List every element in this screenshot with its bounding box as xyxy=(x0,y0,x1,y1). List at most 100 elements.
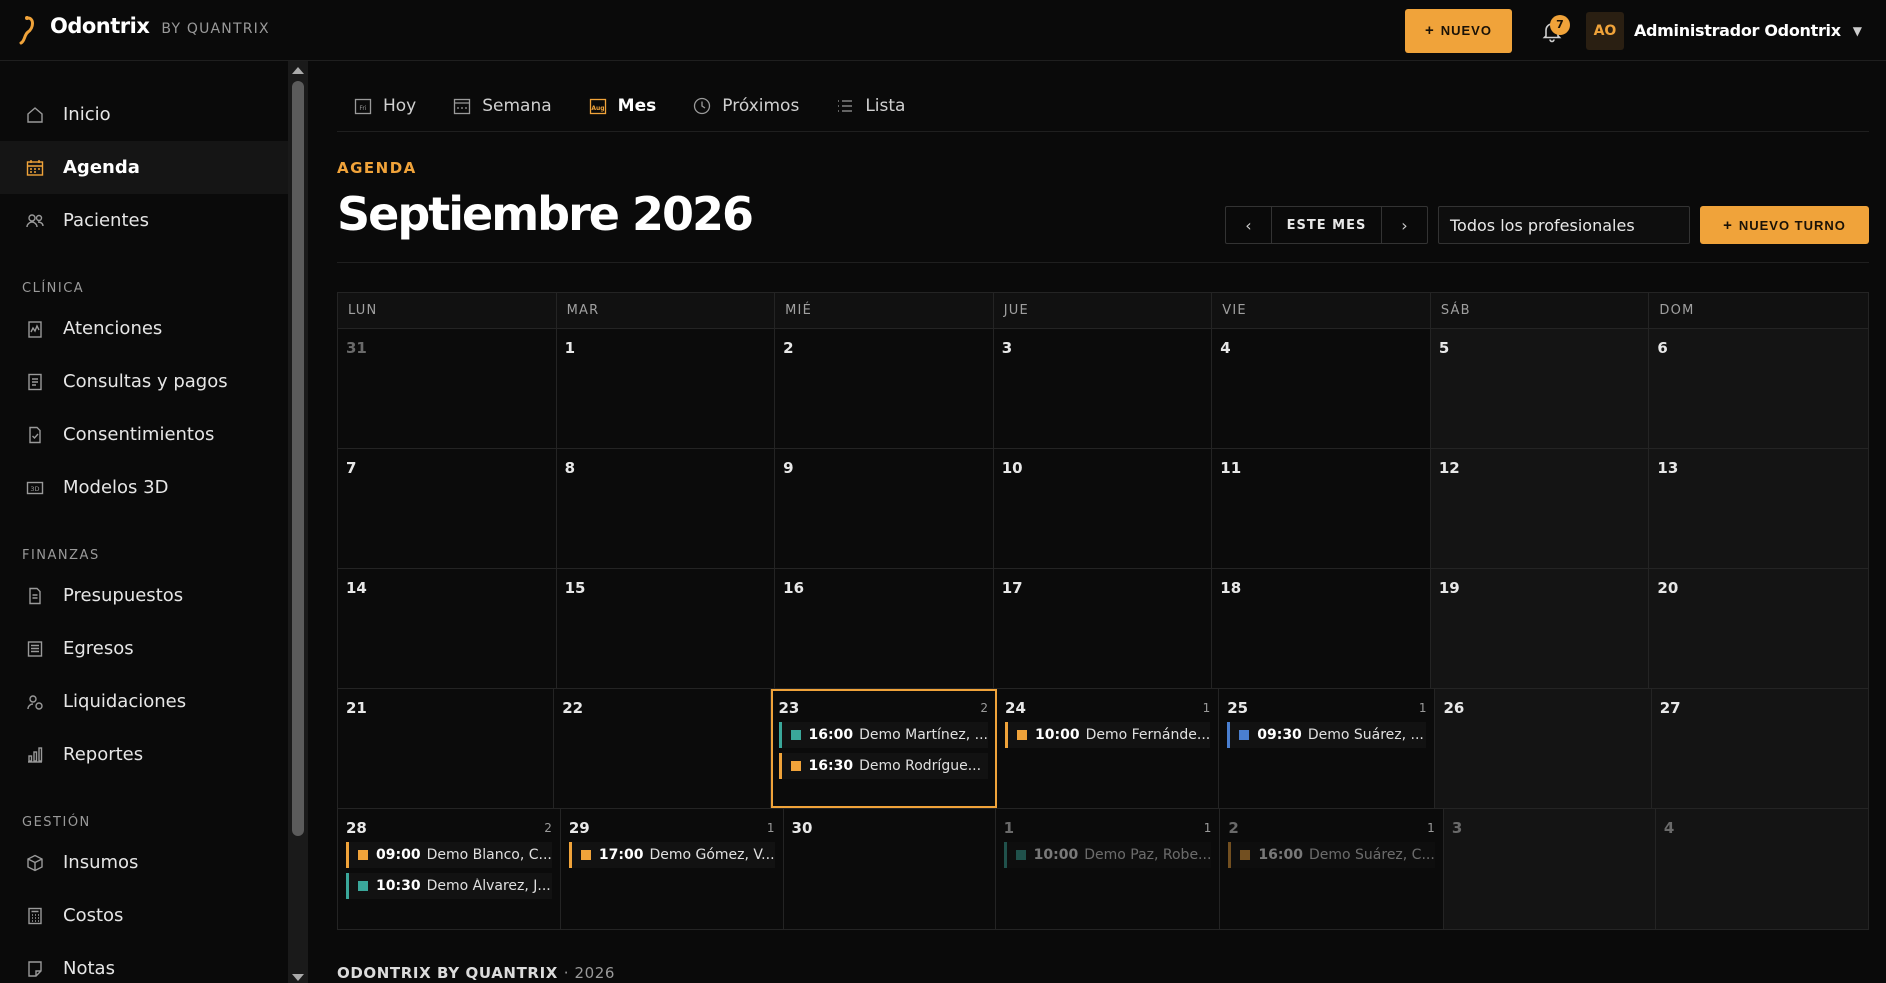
calendar-day-cell-today[interactable]: 23 2 16:00 Demo Martínez, ... 16:30 Demo Rodr… xyxy=(770,689,998,808)
calendar-day-cell[interactable]: 27 xyxy=(1651,689,1868,808)
tab-hoy[interactable]: Fri Hoy xyxy=(353,96,416,116)
sidebar-item-consultas[interactable]: Consultas y pagos xyxy=(0,355,288,408)
calendar-day-cell[interactable]: 3 xyxy=(1443,809,1656,929)
scroll-down-arrow-icon[interactable] xyxy=(292,974,304,981)
sidebar-item-atenciones[interactable]: Atenciones xyxy=(0,302,288,355)
this-month-button[interactable]: ESTE MES xyxy=(1271,207,1382,243)
sidebar-item-reportes[interactable]: Reportes xyxy=(0,728,288,781)
appointment-chip[interactable]: 09:00 Demo Blanco, C... xyxy=(346,842,552,868)
calendar-day-cell[interactable]: 1 xyxy=(556,329,776,448)
calendar-day-cell[interactable]: 24 1 10:00 Demo Fernánde... xyxy=(997,689,1220,808)
day-number: 21 xyxy=(346,699,367,717)
calendar-day-cell[interactable]: 19 xyxy=(1430,569,1650,688)
appointment-chip[interactable]: 10:00 Demo Paz, Robe... xyxy=(1003,842,1212,868)
sidebar-item-modelos-3d[interactable]: 3D Modelos 3D xyxy=(0,461,288,514)
new-button[interactable]: + NUEVO xyxy=(1404,8,1512,53)
notifications-button[interactable]: 7 xyxy=(1532,9,1572,53)
calendar-day-cell[interactable]: 5 xyxy=(1430,329,1650,448)
scroll-up-arrow-icon[interactable] xyxy=(292,67,304,74)
professionals-select[interactable]: Todos los profesionales xyxy=(1438,206,1690,244)
avatar[interactable]: AO xyxy=(1585,11,1624,50)
day-number: 11 xyxy=(1220,459,1242,477)
appointment-chip[interactable]: 09:30 Demo Suárez, ... xyxy=(1227,722,1427,748)
calendar-day-cell[interactable]: 18 xyxy=(1212,569,1431,688)
clock-icon xyxy=(694,97,711,115)
appointment-patient: Demo Suárez, ... xyxy=(1307,727,1424,743)
receipt-icon xyxy=(24,371,46,393)
appointment-chip[interactable]: 10:00 Demo Fernánde... xyxy=(1005,722,1211,748)
calendar-day-cell[interactable]: 25 1 09:30 Demo Suárez, ... xyxy=(1219,689,1436,808)
status-dot-icon xyxy=(790,761,801,771)
sidebar-item-label: Presupuestos xyxy=(63,585,184,606)
prev-month-button[interactable]: ‹ xyxy=(1226,207,1271,243)
tab-mes[interactable]: Aug Mes xyxy=(588,96,656,116)
tab-lista[interactable]: Lista xyxy=(835,96,905,116)
appointment-chip[interactable]: 16:00 Demo Martínez, ... xyxy=(778,722,989,748)
weekday-label: VIE xyxy=(1212,293,1431,328)
day-number: 2 xyxy=(1228,819,1239,837)
appointment-chip[interactable]: 16:00 Demo Suárez, C... xyxy=(1228,842,1435,868)
calendar-day-cell[interactable]: 2 xyxy=(775,329,994,448)
sidebar-item-insumos[interactable]: Insumos xyxy=(0,836,288,889)
appointment-chip[interactable]: 17:00 Demo Gómez, V... xyxy=(568,842,775,868)
sidebar-item-consentimientos[interactable]: Consentimientos xyxy=(0,408,288,461)
appointment-time: 16:00 xyxy=(1258,847,1303,863)
event-count: 2 xyxy=(544,821,552,835)
calendar-day-cell[interactable]: 4 xyxy=(1212,329,1431,448)
calendar-day-cell[interactable]: 9 xyxy=(775,449,994,568)
brand[interactable]: Odontrix BY QUANTRIX xyxy=(14,14,270,46)
sidebar-item-notas[interactable]: Notas xyxy=(0,942,288,983)
sidebar-item-inicio[interactable]: Inicio xyxy=(0,88,288,141)
calendar-day-cell[interactable]: 3 xyxy=(993,329,1213,448)
calendar-day-cell[interactable]: 16 xyxy=(775,569,994,688)
calendar-day-cell[interactable]: 12 xyxy=(1430,449,1650,568)
day-number: 25 xyxy=(1227,699,1249,717)
calendar-day-cell[interactable]: 31 xyxy=(338,329,557,448)
calendar-controls: ‹ ESTE MES › Todos los profesionales + N… xyxy=(1225,206,1869,244)
calendar-day-cell[interactable]: 7 xyxy=(338,449,557,568)
calendar-day-cell[interactable]: 26 xyxy=(1435,689,1652,808)
user-name[interactable]: Administrador Odontrix xyxy=(1634,21,1841,40)
new-appointment-label: NUEVO TURNO xyxy=(1738,217,1846,233)
tab-semana[interactable]: Semana xyxy=(452,96,552,116)
day-number: 3 xyxy=(1001,339,1013,357)
calendar-day-cell[interactable]: 10 xyxy=(993,449,1213,568)
day-number: 26 xyxy=(1443,699,1465,717)
appointment-time: 10:00 xyxy=(1033,847,1079,863)
plus-icon: + xyxy=(1723,216,1733,234)
chevron-down-icon[interactable]: ▼ xyxy=(1853,24,1862,38)
calendar-day-cell[interactable]: 15 xyxy=(556,569,776,688)
sidebar-item-pacientes[interactable]: Pacientes xyxy=(0,194,288,247)
calendar-day-cell[interactable]: 13 xyxy=(1649,449,1868,568)
weekday-header: LUN MAR MIÉ JUE VIE SÁB DOM xyxy=(338,293,1868,329)
appointment-chip[interactable]: 10:30 Demo Álvarez, J... xyxy=(346,873,552,899)
day-number: 8 xyxy=(564,459,575,477)
calendar-day-cell[interactable]: 1 1 10:00 Demo Paz, Robe... xyxy=(995,809,1221,929)
calendar-day-cell[interactable]: 30 xyxy=(783,809,996,929)
sidebar-item-liquidaciones[interactable]: Liquidaciones xyxy=(0,675,288,728)
calendar-day-cell[interactable]: 29 1 17:00 Demo Gómez, V... xyxy=(560,809,784,929)
calendar-day-cell[interactable]: 28 2 09:00 Demo Blanco, C... 10:30 Demo Álvar… xyxy=(338,809,561,929)
calendar-day-cell[interactable]: 17 xyxy=(993,569,1213,688)
calendar-day-cell[interactable]: 20 xyxy=(1649,569,1868,688)
calendar-day-cell[interactable]: 21 xyxy=(338,689,555,808)
calendar-day-cell[interactable]: 2 1 16:00 Demo Suárez, C... xyxy=(1220,809,1444,929)
document-icon xyxy=(24,585,46,607)
calendar-day-cell[interactable]: 4 xyxy=(1655,809,1868,929)
sidebar-item-egresos[interactable]: Egresos xyxy=(0,622,288,675)
sidebar-item-costos[interactable]: Costos xyxy=(0,889,288,942)
calendar-day-cell[interactable]: 8 xyxy=(556,449,776,568)
calendar-day-cell[interactable]: 6 xyxy=(1649,329,1868,448)
calendar-day-cell[interactable]: 11 xyxy=(1212,449,1431,568)
next-month-button[interactable]: › xyxy=(1382,207,1427,243)
appointment-chip[interactable]: 16:30 Demo Rodrígue... xyxy=(778,753,989,779)
sidebar-item-agenda[interactable]: Agenda xyxy=(0,141,288,194)
calendar-day-cell[interactable]: 14 xyxy=(338,569,557,688)
calendar-day-cell[interactable]: 22 xyxy=(554,689,771,808)
new-appointment-button[interactable]: + NUEVO TURNO xyxy=(1700,206,1869,244)
sidebar-scrollbar[interactable] xyxy=(288,61,308,983)
scrollbar-thumb[interactable] xyxy=(292,81,304,836)
svg-text:Aug: Aug xyxy=(591,105,604,112)
sidebar-item-presupuestos[interactable]: Presupuestos xyxy=(0,569,288,622)
tab-proximos[interactable]: Próximos xyxy=(692,96,799,116)
